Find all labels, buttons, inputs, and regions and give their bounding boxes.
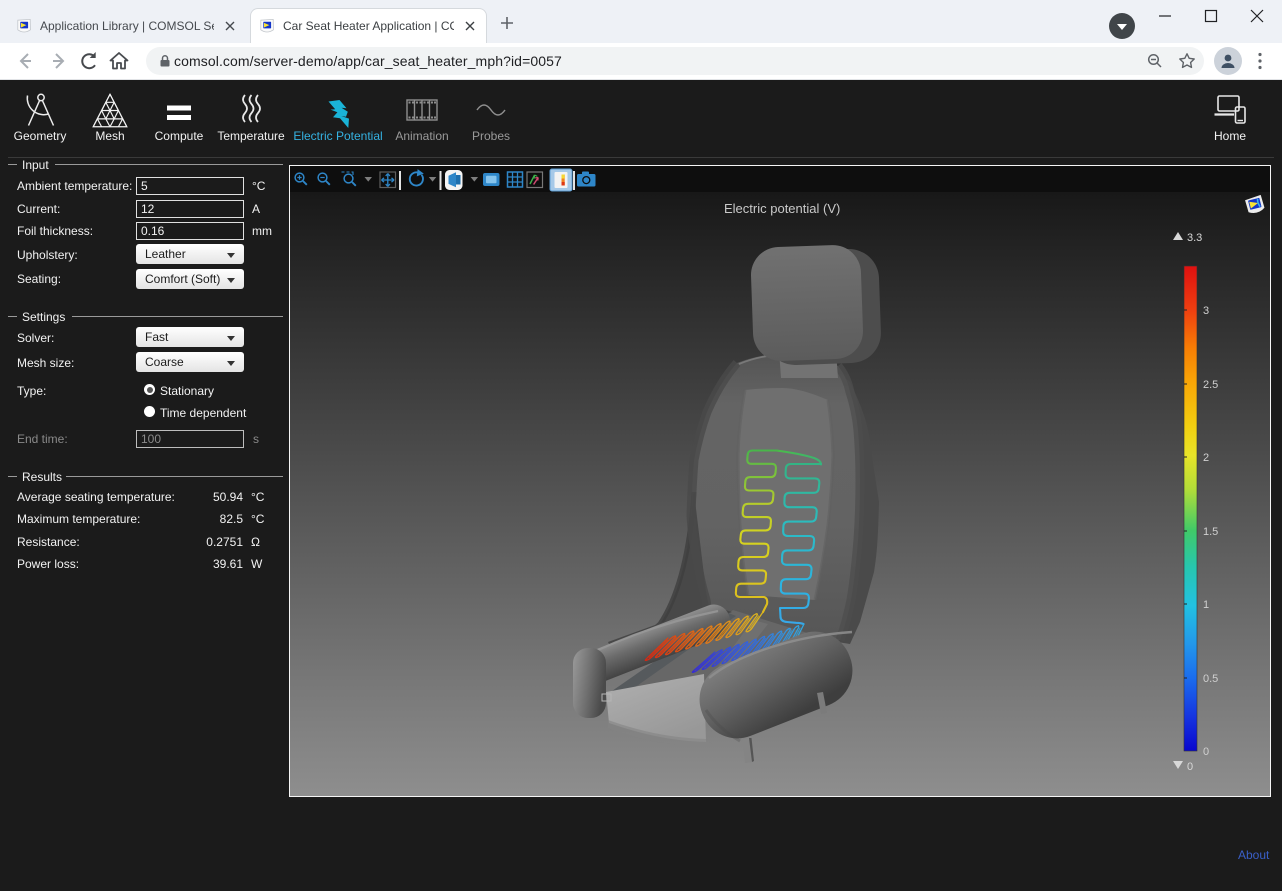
svg-text:2: 2 [1203, 452, 1209, 464]
svg-text:0: 0 [1203, 746, 1209, 758]
svg-text:1: 1 [1203, 599, 1209, 611]
svg-text:3: 3 [1203, 305, 1209, 317]
svg-text:0.5: 0.5 [1203, 673, 1218, 685]
svg-text:3.3: 3.3 [1187, 232, 1202, 244]
svg-text:1.5: 1.5 [1203, 526, 1218, 538]
svg-text:0: 0 [1187, 761, 1193, 773]
svg-text:2.5: 2.5 [1203, 379, 1218, 391]
svg-text:Electric potential (V): Electric potential (V) [724, 201, 840, 216]
